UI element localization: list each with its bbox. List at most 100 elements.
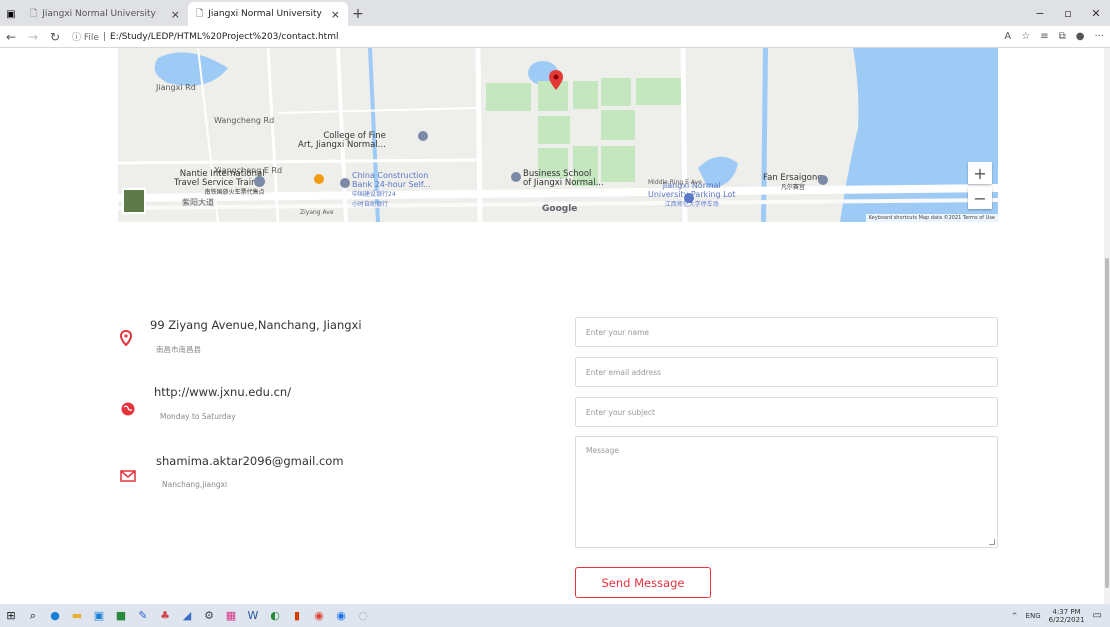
site-info[interactable]: ⓘ File	[72, 30, 99, 43]
satellite-toggle-thumbnail[interactable]	[122, 188, 146, 214]
poi-college-icon[interactable]	[418, 131, 428, 141]
browser-tab-1[interactable]: 🗋 Jiangxi Normal University ×	[22, 2, 188, 26]
address-bar: ← → ↻ ⓘ File | E:/Study/LEDP/HTML%20Proj…	[0, 26, 1110, 48]
zoom-in-button[interactable]: +	[968, 162, 992, 184]
file-explorer-icon[interactable]: ▬	[66, 604, 88, 627]
mail-icon	[120, 468, 136, 484]
map-marker-icon[interactable]	[549, 70, 563, 90]
reload-icon[interactable]: ↻	[44, 30, 66, 44]
send-message-button[interactable]: Send Message	[575, 567, 711, 598]
poi-business-icon[interactable]	[511, 172, 521, 182]
location-pin-icon	[118, 330, 134, 346]
map-label-middle-ring: Middle Ring E Ave	[648, 179, 702, 186]
url-separator: |	[102, 31, 106, 42]
map-embed[interactable]: Jiangxi Rd Wangcheng Rd Xiangcheng E Rd …	[118, 48, 998, 222]
scrollbar-thumb[interactable]	[1105, 258, 1109, 588]
map-label-fan: Fan Ersaigong 凡尔赛宫	[763, 174, 823, 192]
email-input[interactable]: Enter email address	[575, 357, 998, 387]
map-label-fan-1: Fan Ersaigong	[763, 173, 823, 183]
language-indicator[interactable]: ENG	[1026, 612, 1041, 620]
minimize-button[interactable]: −	[1026, 0, 1054, 26]
website-text: http://www.jxnu.edu.cn/	[154, 385, 292, 399]
address-text: 99 Ziyang Avenue,Nanchang, Jiangxi	[150, 318, 362, 332]
favorite-icon[interactable]: ☆	[1021, 31, 1030, 42]
app-icon-7[interactable]: ◉	[330, 604, 352, 627]
word-icon[interactable]: W	[242, 604, 264, 627]
map-label-business: Business School of Jiangxi Normal...	[523, 170, 604, 188]
app-icon-4[interactable]: ◢	[176, 604, 198, 627]
favorites-list-icon[interactable]: ≡	[1040, 31, 1048, 42]
globe-icon	[120, 401, 136, 417]
google-logo: Google	[542, 204, 578, 214]
poi-food-icon[interactable]	[314, 174, 324, 184]
tab-title: Jiangxi Normal University	[42, 9, 156, 19]
clock-date: 6/22/2021	[1048, 615, 1085, 624]
store-icon[interactable]: ▣	[88, 604, 110, 627]
tab-close-icon[interactable]: ×	[331, 8, 340, 21]
toolbar-icons: A ☆ ≡ ⧉ ● ···	[1004, 31, 1104, 42]
clock-time: 4:37 PM	[1052, 607, 1081, 616]
poi-bank-icon[interactable]	[340, 178, 350, 188]
forward-icon[interactable]: →	[22, 30, 44, 44]
page-scrollbar[interactable]	[1104, 48, 1110, 604]
windows-start-icon[interactable]: ⊞	[0, 604, 22, 627]
profile-icon[interactable]: ●	[1076, 31, 1085, 42]
app-icon-3[interactable]: ♣	[154, 604, 176, 627]
windows-taskbar: ⊞ ⌕ ● ▬ ▣ ■ ✎ ♣ ◢ ⚙ ▦ W ◐ ▮ ◉ ◉ ◌ ^ ENG …	[0, 604, 1110, 627]
tray-arrow-icon[interactable]: ^	[1012, 612, 1018, 620]
browser-tab-2-active[interactable]: 🗋 Jiangxi Normal University ×	[188, 2, 348, 26]
page-icon: 🗋	[30, 9, 38, 19]
clock[interactable]: 4:37 PM 6/22/2021	[1049, 608, 1085, 624]
email-subtext: Nanchang,jiangxi	[162, 480, 228, 489]
new-tab-button[interactable]: +	[348, 2, 368, 26]
more-menu-icon[interactable]: ···	[1094, 31, 1104, 42]
read-aloud-icon[interactable]: A	[1004, 31, 1011, 42]
page-icon: 🗋	[196, 9, 204, 19]
map-label-bank-4: 小时自助银行	[352, 201, 389, 208]
close-window-button[interactable]: ✕	[1082, 0, 1110, 26]
map-label-nantie: Nantie International Travel Service Trai…	[174, 170, 265, 197]
resize-handle-icon[interactable]	[989, 539, 995, 545]
poi-parking-icon[interactable]	[684, 193, 694, 203]
map-label-bank-1: China Construction	[352, 171, 429, 180]
map-label-ziyang-cn: 紫阳大道	[182, 198, 214, 207]
map-label-bank-2: Bank 24-hour Self...	[352, 180, 431, 189]
map-label-college-2: Art, Jiangxi Normal...	[298, 140, 386, 150]
window-controls: − ▫ ✕	[1026, 0, 1110, 26]
map-label-college: College of Fine Art, Jiangxi Normal...	[298, 132, 386, 150]
map-label-jiangxi-rd: Jiangxi Rd	[156, 83, 196, 92]
url-field[interactable]: ⓘ File | E:/Study/LEDP/HTML%20Project%20…	[72, 30, 339, 44]
system-tray: ^ ENG 4:37 PM 6/22/2021 ▭	[1012, 604, 1102, 627]
office-icon[interactable]: ▮	[286, 604, 308, 627]
app-icon-6[interactable]: ◐	[264, 604, 286, 627]
map-label-nantie-2: Travel Service Train...	[174, 178, 265, 188]
search-icon[interactable]: ⌕	[22, 604, 44, 627]
map-attribution[interactable]: Keyboard shortcuts Map data ©2021 Terms …	[865, 214, 998, 222]
name-input[interactable]: Enter your name	[575, 317, 998, 347]
maximize-button[interactable]: ▫	[1054, 0, 1082, 26]
collections-icon[interactable]: ⧉	[1059, 31, 1066, 42]
browser-menu-icon[interactable]: ▣	[0, 3, 22, 26]
map-label-ziyang: Ziyang Ave	[300, 209, 334, 216]
app-icon-5[interactable]: ▦	[220, 604, 242, 627]
edge-icon[interactable]: ●	[44, 604, 66, 627]
chrome-icon[interactable]: ◉	[308, 604, 330, 627]
message-textarea[interactable]: Message	[575, 436, 998, 548]
notification-icon[interactable]: ▭	[1093, 610, 1102, 621]
url-text[interactable]: E:/Study/LEDP/HTML%20Project%203/contact…	[110, 32, 339, 42]
app-icon-1[interactable]: ■	[110, 604, 132, 627]
message-placeholder: Message	[586, 446, 619, 455]
back-icon[interactable]: ←	[0, 30, 22, 44]
map-label-fan-2: 凡尔赛宫	[780, 184, 805, 191]
settings-icon[interactable]: ⚙	[198, 604, 220, 627]
app-icon-8[interactable]: ◌	[352, 604, 374, 627]
poi-fan-icon[interactable]	[818, 175, 828, 185]
subject-input[interactable]: Enter your subject	[575, 397, 998, 427]
website-subtext: Monday to Saturday	[160, 412, 236, 421]
app-icon-2[interactable]: ✎	[132, 604, 154, 627]
address-subtext: 南昌市南昌县	[156, 345, 201, 354]
email-text: shamima.aktar2096@gmail.com	[156, 454, 344, 468]
tab-close-icon[interactable]: ×	[171, 8, 180, 21]
zoom-out-button[interactable]: −	[968, 187, 992, 209]
poi-nantie-icon[interactable]	[254, 176, 265, 187]
